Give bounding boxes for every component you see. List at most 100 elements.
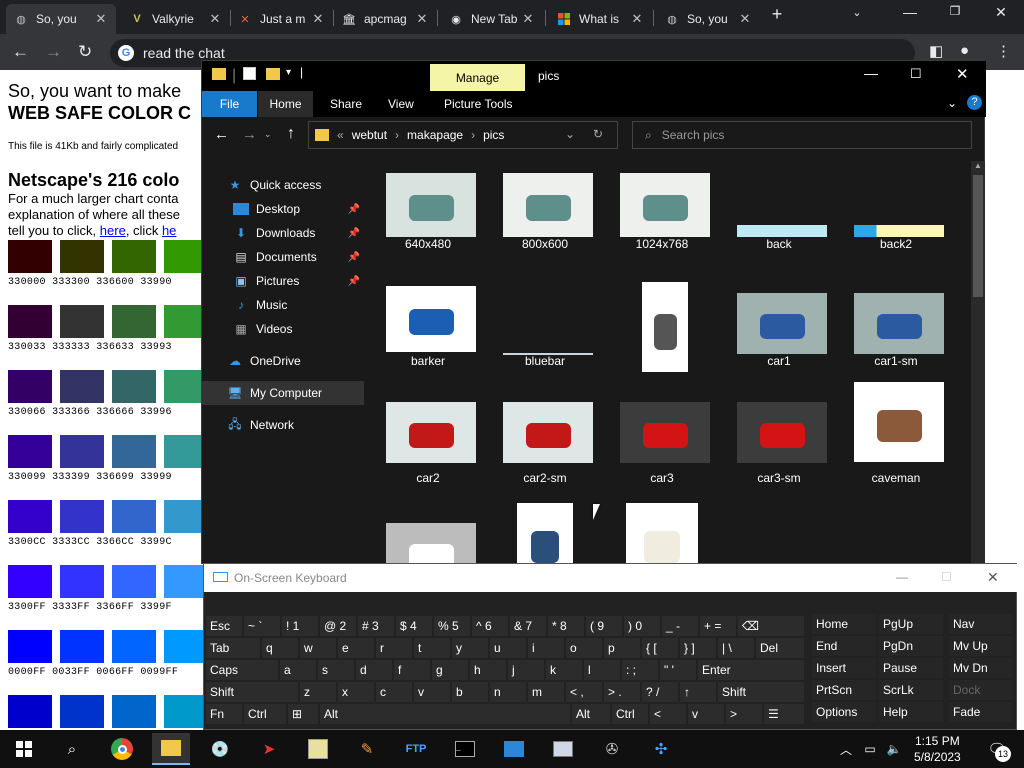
osk-key[interactable]: ⊞ <box>288 704 318 724</box>
breadcrumb-makapage[interactable]: makapage <box>407 128 463 142</box>
osk-key[interactable]: Ctrl <box>612 704 648 724</box>
osk-key[interactable]: # 3 <box>358 616 394 636</box>
up-icon[interactable]: ↑ <box>287 125 295 143</box>
osk-key[interactable]: $ 4 <box>396 616 432 636</box>
close-icon[interactable]: ✕ <box>208 11 222 27</box>
osk-key[interactable]: o <box>566 638 602 658</box>
osk-key[interactable]: & 7 <box>510 616 546 636</box>
text-editor-icon[interactable] <box>299 733 337 765</box>
osk-key[interactable]: < , <box>566 682 602 702</box>
close-icon[interactable]: ✕ <box>415 11 429 27</box>
tab-file[interactable]: File <box>202 91 257 117</box>
osk-key[interactable]: ~ ` <box>244 616 280 636</box>
osk-key[interactable]: n <box>490 682 526 702</box>
osk-key[interactable]: u <box>490 638 526 658</box>
chevron-down-icon[interactable]: ⌄ <box>947 96 957 110</box>
file-item[interactable]: car1-sm <box>840 284 952 384</box>
osk-key[interactable]: Alt <box>572 704 610 724</box>
minimize-icon[interactable]: — <box>864 65 878 81</box>
osk-nav-key[interactable]: PgUp <box>879 614 943 634</box>
vertical-scrollbar[interactable]: ▲ <box>971 161 985 565</box>
nav-documents[interactable]: ▤ Documents 📌 <box>202 245 364 269</box>
start-button[interactable] <box>5 733 43 765</box>
pin-icon[interactable]: 📌 <box>348 228 360 239</box>
osk-nav-key[interactable]: Pause <box>879 658 943 678</box>
chrome-icon[interactable] <box>103 733 141 765</box>
osk-key[interactable]: d <box>356 660 392 680</box>
search-placeholder[interactable]: Search pics <box>662 128 725 142</box>
osk-key[interactable]: k <box>546 660 582 680</box>
osk-key[interactable]: f <box>394 660 430 680</box>
back-icon[interactable]: ← <box>214 126 229 143</box>
forward-icon[interactable]: → <box>242 126 257 143</box>
osk-key[interactable]: a <box>280 660 316 680</box>
osk-key[interactable]: Caps <box>206 660 278 680</box>
osk-key[interactable]: s <box>318 660 354 680</box>
osk-key[interactable]: Tab <box>206 638 260 658</box>
nav-videos[interactable]: ▦ Videos <box>202 317 364 341</box>
file-item[interactable]: car2 <box>372 401 484 501</box>
osk-key[interactable]: > . <box>604 682 640 702</box>
osk-key[interactable]: ↑ <box>680 682 716 702</box>
breadcrumb-webtut[interactable]: webtut <box>352 128 387 142</box>
omnibox-text[interactable]: read the chat <box>143 45 225 61</box>
osk-key[interactable]: l <box>584 660 620 680</box>
osk-key[interactable]: v <box>414 682 450 702</box>
close-icon[interactable]: ✕ <box>987 569 999 586</box>
osk-key[interactable]: : ; <box>622 660 658 680</box>
osk-nav-key[interactable]: End <box>812 636 876 656</box>
osk-key[interactable]: ? / <box>642 682 678 702</box>
forward-icon[interactable]: → <box>45 42 62 62</box>
search-box[interactable]: ⌕ Search pics <box>632 121 972 149</box>
osk-key[interactable]: ! 1 <box>282 616 318 636</box>
osk-key[interactable]: y <box>452 638 488 658</box>
new-tab-button[interactable]: + <box>762 4 792 25</box>
osk-key[interactable]: _ - <box>662 616 698 636</box>
osk-key[interactable]: Esc <box>206 616 242 636</box>
file-item[interactable]: car2-sm <box>489 401 601 501</box>
tab-what-is[interactable]: What is ✕ <box>549 4 652 34</box>
close-icon[interactable]: ✕ <box>521 11 535 27</box>
osk-key[interactable]: + = <box>700 616 736 636</box>
osk-key[interactable]: < <box>650 704 686 724</box>
pin-icon[interactable]: 📌 <box>348 204 360 215</box>
here-link-2[interactable]: he <box>162 223 176 238</box>
file-item[interactable]: car1 <box>723 284 835 384</box>
maximize-icon[interactable]: ☐ <box>910 66 922 82</box>
file-item[interactable]: bum <box>606 282 718 384</box>
menu-icon[interactable]: ⋮ <box>996 42 1011 60</box>
nav-onedrive[interactable]: ☁ OneDrive <box>202 349 364 373</box>
back-icon[interactable]: ← <box>12 42 29 62</box>
network-diagram-icon[interactable]: ✣ <box>642 733 680 765</box>
file-item[interactable] <box>489 503 601 565</box>
here-link[interactable]: here <box>100 223 126 238</box>
osk-key[interactable]: Fn <box>206 704 242 724</box>
window-tool-icon[interactable] <box>544 733 582 765</box>
tab-valkyrie[interactable]: V Valkyrie ✕ <box>122 4 230 34</box>
close-icon[interactable]: ✕ <box>738 11 752 27</box>
satellite-icon[interactable]: ✇ <box>593 733 631 765</box>
osk-key[interactable]: r <box>376 638 412 658</box>
close-window-icon[interactable]: ✕ <box>986 4 1016 21</box>
sidebar-icon[interactable]: ◧ <box>929 42 943 60</box>
osk-key[interactable]: ⌫ <box>738 616 804 636</box>
nav-pictures[interactable]: ▣ Pictures 📌 <box>202 269 364 293</box>
file-item[interactable] <box>372 518 484 565</box>
tab-so-you-2[interactable]: ◍ So, you ✕ <box>657 4 760 34</box>
ftp-icon[interactable]: FTP <box>397 733 435 765</box>
manage-tab[interactable]: Manage <box>430 64 525 92</box>
volume-icon[interactable]: 🔈 <box>882 733 906 765</box>
osk-key[interactable]: Del <box>756 638 804 658</box>
osk-nav-key[interactable]: Nav <box>949 614 1013 634</box>
osk-key[interactable]: ^ 6 <box>472 616 508 636</box>
osk-key[interactable]: Shift <box>206 682 298 702</box>
photo-viewer-icon[interactable] <box>495 733 533 765</box>
osk-key[interactable]: j <box>508 660 544 680</box>
osk-key[interactable]: m <box>528 682 564 702</box>
osk-nav-key[interactable]: ScrLk <box>879 680 943 700</box>
osk-key[interactable]: x <box>338 682 374 702</box>
pin-icon[interactable]: 📌 <box>348 252 360 263</box>
file-item[interactable]: back <box>723 167 835 267</box>
file-item[interactable]: car3 <box>606 401 718 501</box>
osk-key[interactable]: " ' <box>660 660 696 680</box>
